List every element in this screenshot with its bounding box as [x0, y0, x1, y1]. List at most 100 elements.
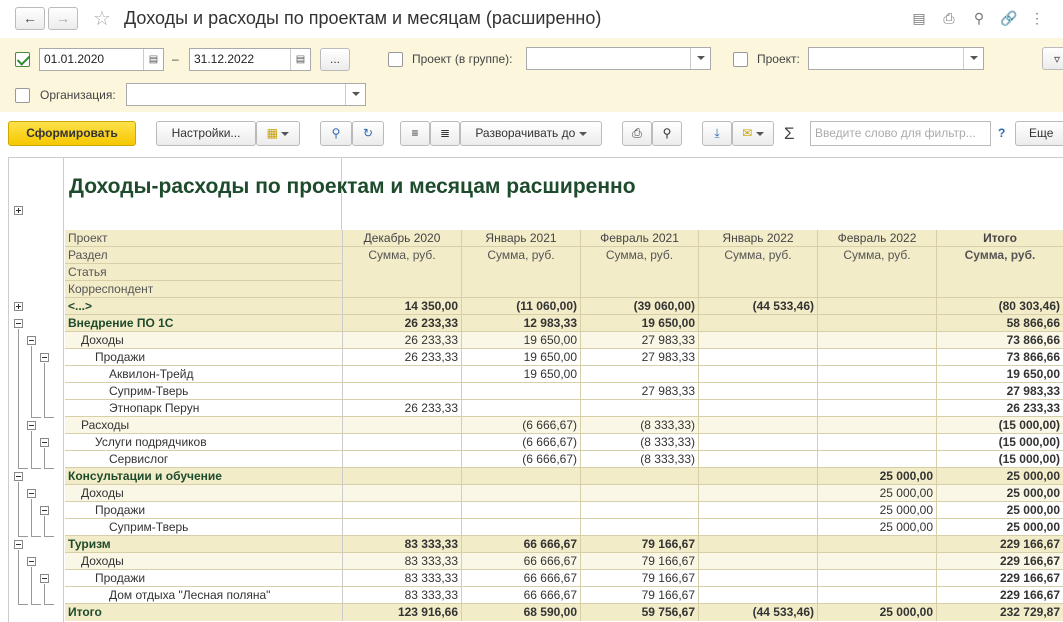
expand-header-toggle-icon[interactable] — [14, 206, 23, 215]
value-cell — [699, 502, 818, 519]
calendar-icon[interactable]: ▤ — [290, 49, 310, 70]
value-cell: 83 333,33 — [343, 536, 462, 553]
value-cell — [818, 587, 937, 604]
tree-toggle-icon[interactable] — [27, 557, 36, 566]
preview-icon: ⚲ — [662, 126, 672, 140]
forward-button[interactable]: → — [48, 7, 78, 30]
chevron-down-icon[interactable] — [690, 48, 710, 69]
project-label: Проект: — [757, 52, 800, 66]
find-next-button[interactable]: ↻ — [352, 121, 384, 146]
generate-button[interactable]: Сформировать — [8, 121, 136, 146]
tree-toggle-icon[interactable] — [40, 353, 49, 362]
value-cell: 12 983,33 — [462, 315, 581, 332]
save-file-button[interactable]: ⤓ — [702, 121, 732, 146]
date-from-field[interactable]: 01.01.2020 ▤ — [39, 48, 164, 71]
tree-line — [18, 604, 28, 605]
total-value-cell: 232 729,87 — [937, 604, 1063, 621]
value-cell: 26 233,33 — [343, 349, 462, 366]
row-label: Продажи — [65, 570, 343, 587]
help-icon[interactable]: ? — [998, 126, 1005, 140]
organization-checkbox[interactable] — [15, 88, 30, 103]
tree-toggle-icon[interactable] — [14, 540, 23, 549]
favorite-star-icon[interactable]: ☆ — [93, 6, 111, 31]
more-button[interactable]: Еще — [1015, 121, 1063, 146]
organization-select[interactable] — [126, 83, 366, 106]
organization-label: Организация: — [40, 88, 116, 102]
tree-toggle-icon[interactable] — [27, 489, 36, 498]
tree-line — [44, 363, 45, 417]
value-cell: 79 166,67 — [581, 536, 699, 553]
project-group-select[interactable] — [526, 47, 711, 70]
tree-toggle-icon[interactable] — [14, 319, 23, 328]
print-button[interactable]: ⎙ — [622, 121, 652, 146]
calendar-icon[interactable]: ▤ — [143, 49, 163, 70]
project-group-checkbox[interactable] — [388, 52, 403, 67]
send-mail-button[interactable]: ✉ — [732, 121, 774, 146]
column-subheader: Сумма, руб. — [937, 247, 1063, 298]
tree-toggle-icon[interactable] — [40, 574, 49, 583]
tree-line — [31, 431, 32, 468]
tree-toggle-icon[interactable] — [14, 472, 23, 481]
value-cell — [699, 315, 818, 332]
value-cell: (8 333,33) — [581, 451, 699, 468]
tree-line — [18, 482, 19, 536]
more-vertical-icon[interactable]: ⋮ — [1028, 9, 1046, 27]
link-icon[interactable]: 🔗 — [1000, 9, 1018, 27]
filter-search-input[interactable]: Введите слово для фильтр... — [810, 121, 991, 146]
tree-toggle-icon[interactable] — [40, 506, 49, 515]
total-value-cell: (44 533,46) — [699, 604, 818, 621]
date-separator: – — [172, 52, 179, 66]
tree-toggle-icon[interactable] — [27, 421, 36, 430]
tree-toggle-icon[interactable] — [14, 302, 23, 311]
header-dim-cell: Проект — [65, 230, 343, 247]
settings-button[interactable]: Настройки... — [156, 121, 256, 146]
value-cell: 25 000,00 — [818, 485, 937, 502]
value-cell: 79 166,67 — [581, 570, 699, 587]
project-checkbox[interactable] — [733, 52, 748, 67]
collapse-all-button[interactable]: ≡ — [400, 121, 430, 146]
print-icon[interactable]: ⎙ — [940, 9, 958, 27]
back-button[interactable]: ← — [15, 7, 45, 30]
tree-toggle-icon[interactable] — [27, 336, 36, 345]
value-cell: 83 333,33 — [343, 587, 462, 604]
total-value-cell: 68 590,00 — [462, 604, 581, 621]
variant-menu-button[interactable]: ▦ — [256, 121, 300, 146]
chevron-down-icon[interactable] — [345, 84, 365, 105]
expand-to-button[interactable]: Разворачивать до — [460, 121, 602, 146]
row-label: Внедрение ПО 1С — [65, 315, 343, 332]
value-cell: 79 166,67 — [581, 553, 699, 570]
sum-icon[interactable]: Σ — [784, 124, 795, 144]
row-label: Аквилон-Трейд — [65, 366, 343, 383]
print-preview-button[interactable]: ⚲ — [652, 121, 682, 146]
period-select-button[interactable]: ... — [320, 48, 350, 71]
value-cell: 83 333,33 — [343, 553, 462, 570]
value-cell — [699, 553, 818, 570]
tree-line — [18, 468, 28, 469]
save-icon[interactable]: ▤ — [910, 9, 928, 27]
tree-toggle-icon[interactable] — [40, 438, 49, 447]
value-cell: 66 666,67 — [462, 587, 581, 604]
period-checkbox[interactable] — [15, 52, 30, 67]
filter-icon[interactable]: ▿ — [1042, 47, 1063, 70]
chevron-down-icon[interactable] — [963, 48, 983, 69]
date-to-field[interactable]: 31.12.2022 ▤ — [189, 48, 311, 71]
preview-icon[interactable]: ⚲ — [970, 9, 988, 27]
value-cell: (80 303,46) — [937, 298, 1063, 315]
column-header: Январь 2021 — [462, 230, 581, 247]
expand-all-button[interactable]: ≣ — [430, 121, 460, 146]
value-cell: 25 000,00 — [818, 468, 937, 485]
report-document[interactable]: Доходы-расходы по проектам и месяцам рас… — [8, 157, 1063, 622]
value-cell: 79 166,67 — [581, 587, 699, 604]
value-cell — [581, 519, 699, 536]
value-cell — [818, 332, 937, 349]
find-button[interactable]: ⚲ — [320, 121, 352, 146]
value-cell — [462, 519, 581, 536]
tree-line — [44, 417, 54, 418]
value-cell — [699, 451, 818, 468]
project-select[interactable] — [808, 47, 984, 70]
value-cell: 66 666,67 — [462, 553, 581, 570]
envelope-icon: ✉ — [742, 126, 753, 140]
tree-line — [44, 604, 54, 605]
title-bar: ← → ☆ Доходы и расходы по проектам и мес… — [0, 0, 1063, 38]
report-toolbar: Сформировать Настройки... ▦ ⚲ ↻ ≡ ≣ Разв… — [0, 112, 1063, 156]
